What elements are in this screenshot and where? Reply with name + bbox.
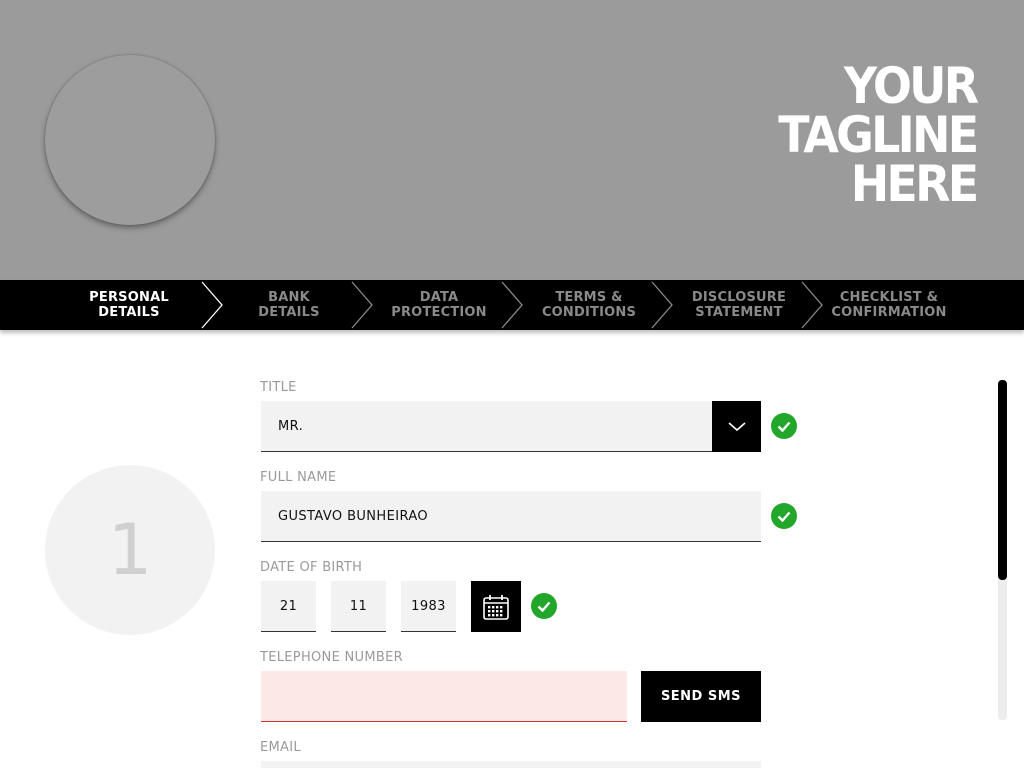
step-checklist-confirmation[interactable]: CHECKLIST & CONFIRMATION <box>814 280 964 330</box>
full-name-input[interactable]: GUSTAVO BUNHEIRAO <box>261 491 761 542</box>
dob-year-value: 1983 <box>411 598 446 614</box>
dob-day-input[interactable]: 21 <box>261 581 316 632</box>
title-select[interactable]: MR. <box>261 401 713 452</box>
dob-month-value: 11 <box>349 598 368 614</box>
calendar-icon <box>483 594 509 620</box>
steps-nav: PERSONAL DETAILS BANK DETAILS DATA PROTE… <box>0 280 1024 330</box>
check-icon <box>771 503 797 529</box>
step-label: DISCLOSURE STATEMENT <box>691 290 787 320</box>
check-icon <box>531 593 557 619</box>
step-bank-details[interactable]: BANK DETAILS <box>214 280 364 330</box>
dob-year-input[interactable]: 1983 <box>401 581 456 632</box>
full-name-label: FULL NAME <box>260 470 337 485</box>
header-banner: YOUR TAGLINE HERE <box>0 0 1024 280</box>
dob-label: DATE OF BIRTH <box>260 560 363 575</box>
email-input[interactable] <box>261 761 761 768</box>
step-label: TERMS & CONDITIONS <box>541 290 637 320</box>
step-label: CHECKLIST & CONFIRMATION <box>831 290 947 320</box>
tagline-line-1: YOUR <box>843 57 978 115</box>
step-data-protection[interactable]: DATA PROTECTION <box>364 280 514 330</box>
telephone-label: TELEPHONE NUMBER <box>260 650 403 665</box>
chevron-down-icon <box>727 421 746 431</box>
title-label: TITLE <box>260 380 297 395</box>
email-label: EMAIL <box>260 740 301 755</box>
title-dropdown-button[interactable] <box>712 401 761 452</box>
avatar[interactable] <box>45 55 215 225</box>
scrollbar-thumb[interactable] <box>998 380 1007 580</box>
send-sms-button[interactable]: SEND SMS <box>641 671 761 722</box>
step-personal-details[interactable]: PERSONAL DETAILS <box>54 280 204 330</box>
step-disclosure-statement[interactable]: DISCLOSURE STATEMENT <box>664 280 814 330</box>
step-number-badge: 1 <box>45 465 215 635</box>
dob-month-input[interactable]: 11 <box>331 581 386 632</box>
step-terms-conditions[interactable]: TERMS & CONDITIONS <box>514 280 664 330</box>
tagline-line-3: HERE <box>850 155 979 213</box>
step-label: BANK DETAILS <box>258 290 320 320</box>
dob-day-value: 21 <box>279 598 298 614</box>
calendar-button[interactable] <box>471 581 521 632</box>
tagline: YOUR TAGLINE HERE <box>777 57 979 213</box>
step-label: DATA PROTECTION <box>391 290 487 320</box>
title-value: MR. <box>278 418 304 434</box>
telephone-input[interactable] <box>261 671 627 722</box>
full-name-value: GUSTAVO BUNHEIRAO <box>278 508 429 524</box>
tagline-line-2: TAGLINE <box>777 106 979 164</box>
step-label: PERSONAL DETAILS <box>89 290 169 320</box>
check-icon <box>771 413 797 439</box>
